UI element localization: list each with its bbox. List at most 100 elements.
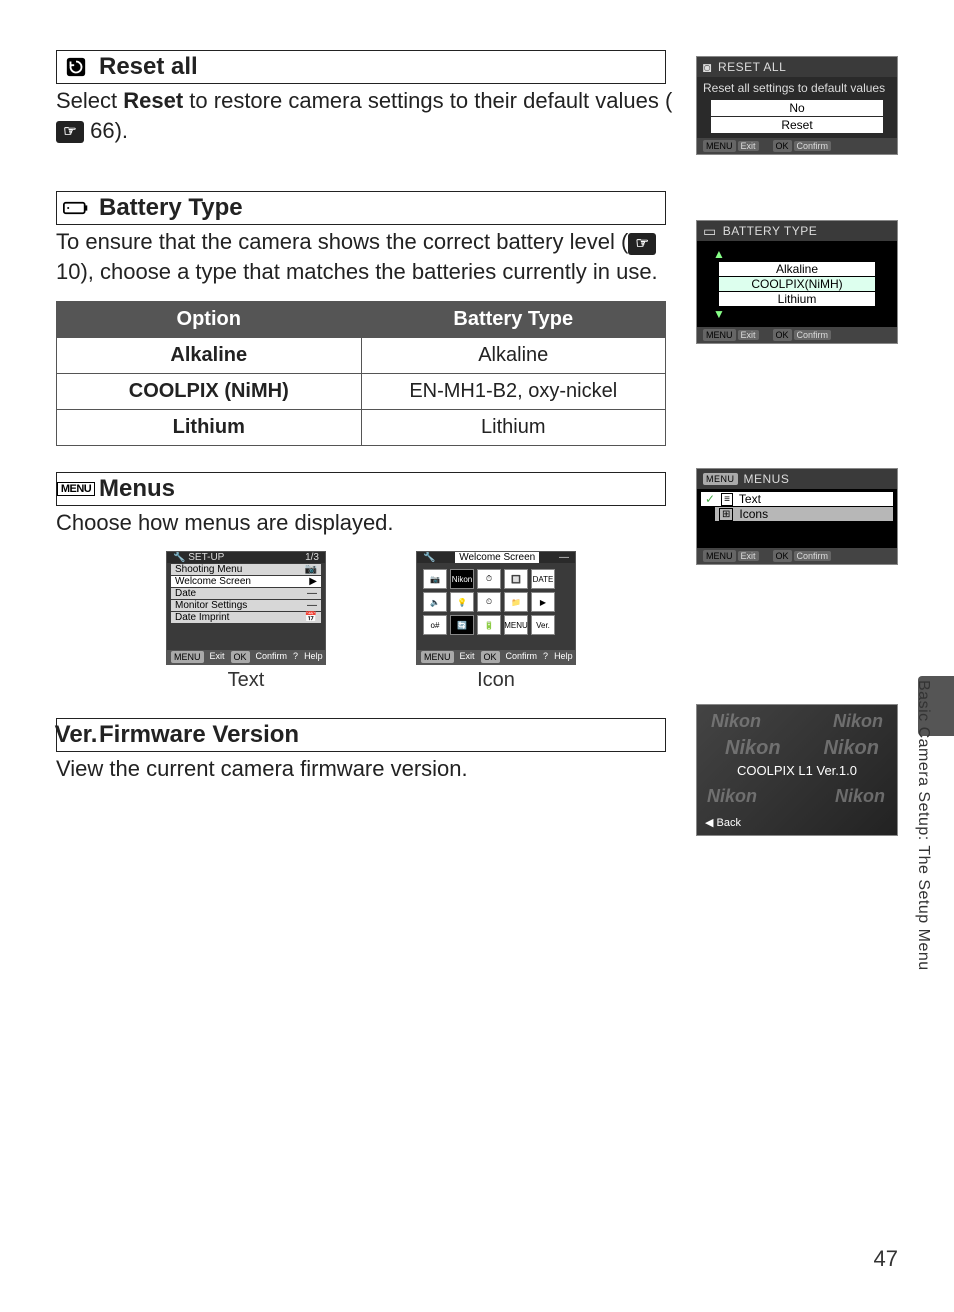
text: Select <box>56 88 123 113</box>
thumb-foot-confirm: Confirm <box>794 330 832 340</box>
thumb-option-text: ✓≡Text <box>701 492 893 506</box>
thumbnail-firmware: Nikon Nikon Nikon Nikon Nikon Nikon COOL… <box>696 704 898 836</box>
icon-cell: MENU <box>504 615 528 635</box>
thumb-option: Alkaline <box>719 262 875 276</box>
page-ref-icon: ☞ <box>56 121 84 143</box>
table-header: Option Battery Type <box>57 301 666 337</box>
figure-caption: Icon <box>416 669 576 692</box>
thumb-foot-exit: Exit <box>738 330 759 340</box>
section-body: View the current camera firmware version… <box>56 754 676 784</box>
cell-type: Alkaline <box>361 337 666 373</box>
thumb-option-label: Icons <box>739 507 768 521</box>
table-row: AlkalineAlkaline <box>57 337 666 373</box>
mini-item: Date <box>175 588 196 599</box>
cell-type: EN-MH1-B2, oxy-nickel <box>361 373 666 409</box>
page-ref: 66). <box>90 118 128 143</box>
section-body: Choose how menus are displayed. <box>56 508 676 538</box>
brand-watermark: Nikon <box>835 786 885 807</box>
thumb-foot-confirm: Confirm <box>794 551 832 561</box>
figure-screenshot: 🔧 SET-UP1/3 Shooting Menu📷 Welcome Scree… <box>166 551 326 665</box>
icon-grid: 📷 Nikon ⏱ 🔲 DATE 🔈 💡 ⏲ 📁 ▶ o# 🔄 🔋 MEN <box>417 563 575 641</box>
thumb-option-label: Text <box>739 492 761 506</box>
figure-text-menu: 🔧 SET-UP1/3 Shooting Menu📷 Welcome Scree… <box>166 551 326 692</box>
mini-head: Welcome Screen <box>455 552 539 563</box>
mini-footer: MENUExit OKConfirm ?Help <box>167 650 325 664</box>
mini-item: Monitor Settings <box>175 600 247 611</box>
mini-item: Welcome Screen <box>175 576 251 587</box>
cell-option: Alkaline <box>57 337 362 373</box>
brand-watermark: Nikon <box>833 711 883 732</box>
section-heading: MENU Menus <box>56 472 666 506</box>
text: to restore camera settings to their defa… <box>183 88 672 113</box>
section-heading: Ver. Firmware Version <box>56 718 666 752</box>
page-number: 47 <box>874 1246 898 1272</box>
section-body: To ensure that the camera shows the corr… <box>56 227 676 286</box>
thumb-option: Lithium <box>719 292 875 306</box>
thumb-option-no: No <box>711 100 883 116</box>
figure-icon-menu: 🔧Welcome Screen— 📷 Nikon ⏱ 🔲 DATE 🔈 💡 ⏲ … <box>416 551 576 692</box>
section-title: Battery Type <box>99 194 243 222</box>
icon-cell: 📷 <box>423 569 447 589</box>
icon-cell: ⏲ <box>477 592 501 612</box>
section-title: Firmware Version <box>99 721 299 749</box>
cell-option: COOLPIX (NiMH) <box>57 373 362 409</box>
firmware-version-text: COOLPIX L1 Ver.1.0 <box>697 763 897 778</box>
col-battery-type: Battery Type <box>361 301 666 337</box>
menu-badge: MENU <box>703 473 738 485</box>
brand-watermark: Nikon <box>707 786 757 807</box>
menu-badge: MENU <box>703 140 736 152</box>
section-heading: Reset all <box>56 50 666 84</box>
thumb-foot-exit: Exit <box>738 141 759 151</box>
version-icon: Ver. <box>63 724 89 746</box>
page-ref: 10 <box>56 259 80 284</box>
icon-cell: ▶ <box>531 592 555 612</box>
thumb-title-bar: ◙ RESET ALL <box>697 57 897 77</box>
col-option: Option <box>57 301 362 337</box>
section-title: Menus <box>99 475 175 503</box>
back-arrow-icon: ◀ <box>705 817 713 829</box>
menus-figures: 🔧 SET-UP1/3 Shooting Menu📷 Welcome Scree… <box>166 551 898 692</box>
thumbnail-menus: MENU MENUS ✓≡Text ⊞Icons MENUExit OKConf… <box>696 468 898 565</box>
thumb-option-selected: COOLPIX(NiMH) <box>719 277 875 291</box>
figure-screenshot: 🔧Welcome Screen— 📷 Nikon ⏱ 🔲 DATE 🔈 💡 ⏲ … <box>416 551 576 665</box>
thumb-foot-exit: Exit <box>738 551 759 561</box>
mini-item: Date Imprint <box>175 612 229 623</box>
thumb-back: ◀ Back <box>705 816 741 829</box>
menu-icon: MENU <box>63 478 89 500</box>
brand-watermark: Nikon <box>711 711 761 732</box>
reset-icon <box>63 56 89 78</box>
side-tab-label: Basic Camera Setup: The Setup Menu <box>912 680 934 1040</box>
arrow-down-icon: ▼ <box>701 307 893 321</box>
mini-item: Shooting Menu <box>175 564 242 575</box>
icon-cell: 🔈 <box>423 592 447 612</box>
text-bold: Reset <box>123 88 183 113</box>
section-title: Reset all <box>99 53 198 81</box>
ok-badge: OK <box>773 329 792 341</box>
icon-cell: Nikon <box>450 569 474 589</box>
brand-watermark: Nikon <box>725 737 781 760</box>
battery-type-table: Option Battery Type AlkalineAlkaline COO… <box>56 301 666 446</box>
table-row: COOLPIX (NiMH)EN-MH1-B2, oxy-nickel <box>57 373 666 409</box>
ok-badge: OK <box>773 550 792 562</box>
thumbnail-battery-type: ▭ BATTERY TYPE ▲ Alkaline COOLPIX(NiMH) … <box>696 220 898 344</box>
table-row: LithiumLithium <box>57 409 666 445</box>
battery-icon <box>63 197 89 219</box>
reset-icon: ◙ <box>703 60 712 74</box>
brand-watermark: Nikon <box>823 737 879 760</box>
icon-cell: 📁 <box>504 592 528 612</box>
icon-cell: 🔄 <box>450 615 474 635</box>
thumb-title-bar: ▭ BATTERY TYPE <box>697 221 897 241</box>
thumb-title: BATTERY TYPE <box>723 224 817 238</box>
icon-cell: Ver. <box>531 615 555 635</box>
icon-cell: 🔲 <box>504 569 528 589</box>
thumb-footer: MENUExit OKConfirm <box>697 327 897 343</box>
page-ref-icon: ☞ <box>628 233 656 255</box>
thumb-option-list: ▲ Alkaline COOLPIX(NiMH) Lithium ▼ <box>697 241 897 327</box>
thumb-option-reset: Reset <box>711 117 883 133</box>
figure-caption: Text <box>166 669 326 692</box>
mini-head: SET-UP <box>188 552 224 563</box>
thumb-foot-confirm: Confirm <box>794 141 832 151</box>
menu-badge: MENU <box>703 329 736 341</box>
icon-cell: DATE <box>531 569 555 589</box>
manual-page: Reset all Select Reset to restore camera… <box>0 0 954 1312</box>
